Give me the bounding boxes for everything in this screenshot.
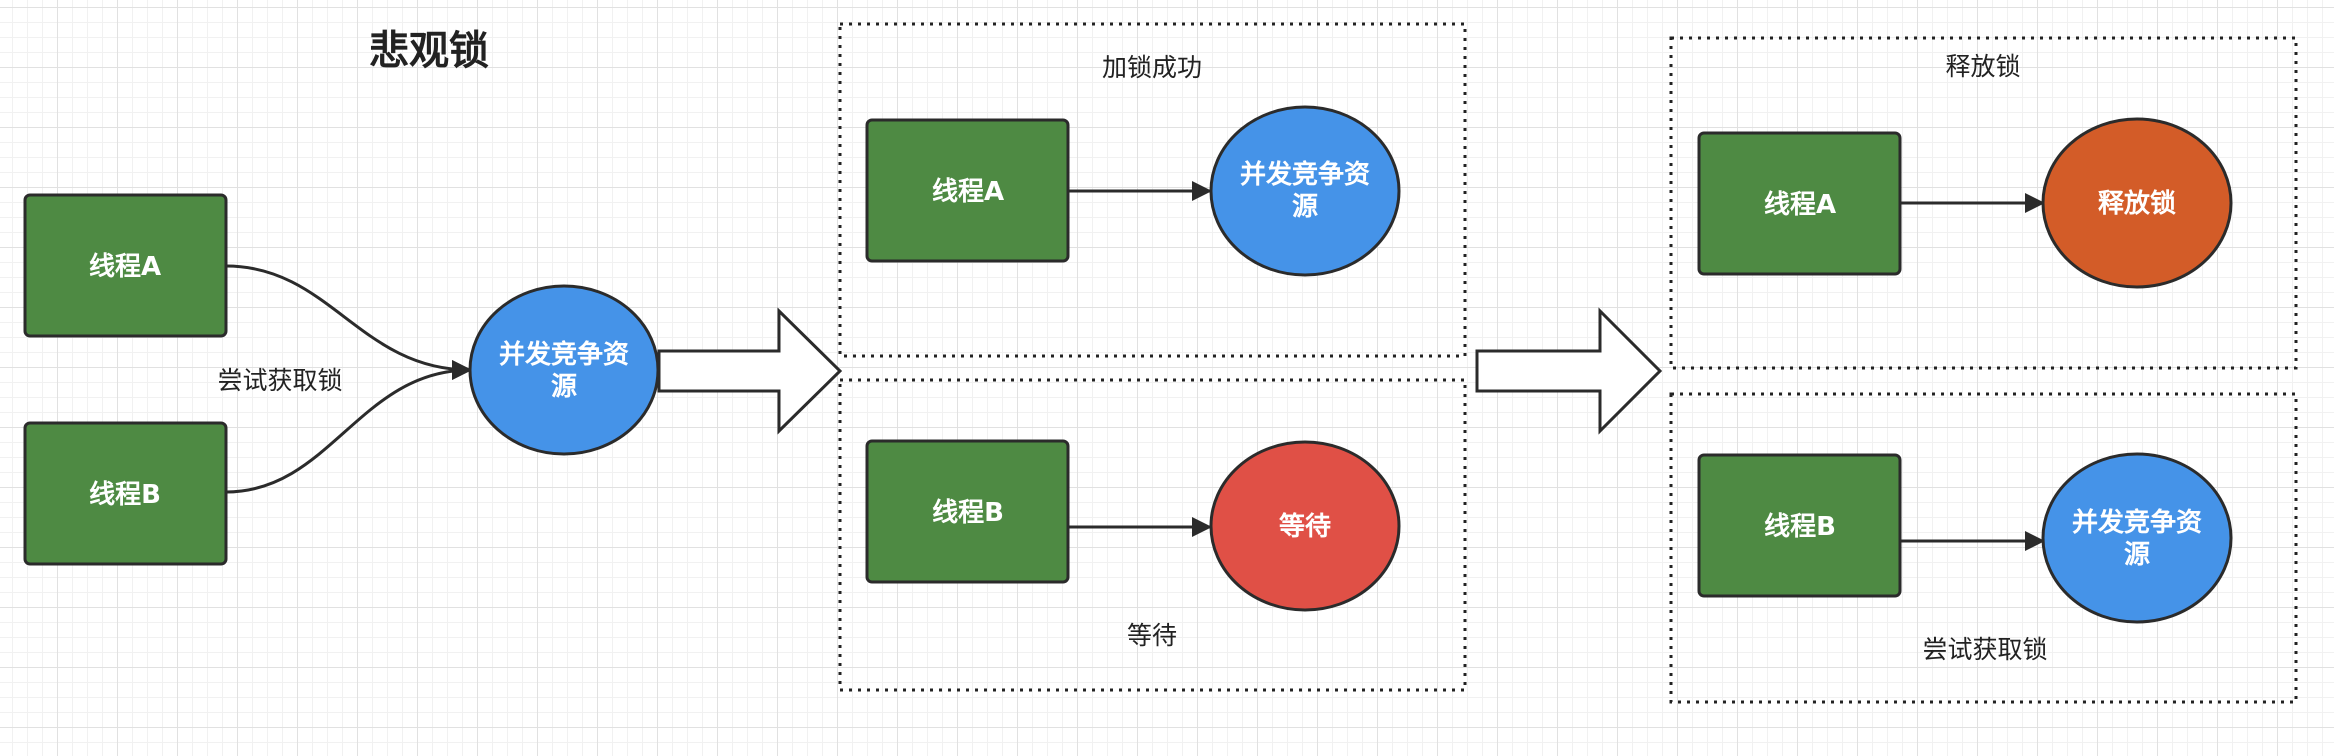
thread-b-label: 线程B	[1764, 512, 1836, 542]
wait-label: 等待	[1279, 511, 1331, 542]
resource-node	[468, 284, 660, 456]
resource-label-line-1: 并发竞争资	[2072, 507, 2202, 538]
group-lock-success: 加锁成功 线程A 并发竞争资 源	[838, 22, 1467, 358]
resource-label-line-1: 并发竞争资	[499, 339, 629, 370]
group-lock-success-title: 加锁成功	[1102, 53, 1202, 82]
transition-arrow-1	[657, 307, 843, 435]
pessimistic-lock-diagram: 悲观锁 线程A 线程B 尝试获取锁 并发竞争资 源 加锁成功 线程A 并发竞争资…	[23, 22, 2298, 704]
connector-thread-a-to-resource	[225, 264, 472, 380]
resource-node	[2041, 452, 2233, 624]
group-retry-acquire: 线程B 并发竞争资 源 尝试获取锁	[1669, 392, 2298, 704]
thread-a-label: 线程A	[932, 177, 1004, 207]
group-retry-caption: 尝试获取锁	[1922, 635, 2047, 664]
resource-label-line-1: 并发竞争资	[1240, 159, 1370, 190]
try-acquire-lock-label: 尝试获取锁	[217, 366, 342, 395]
thread-b-label: 线程B	[932, 498, 1004, 528]
resource-node	[1209, 105, 1401, 277]
group-wait-caption: 等待	[1127, 621, 1177, 650]
thread-b-label: 线程B	[89, 480, 161, 510]
group-wait: 线程B 等待 等待	[838, 378, 1467, 692]
diagram-canvas: 悲观锁 线程A 线程B 尝试获取锁 并发竞争资 源 加锁成功 线程A 并发竞争资…	[0, 0, 2334, 756]
resource-label-line-2: 源	[1292, 192, 1318, 222]
diagram-title: 悲观锁	[369, 28, 489, 74]
group-release-lock-title: 释放锁	[1945, 52, 2020, 81]
transition-arrow-2	[1475, 307, 1663, 435]
group-release-lock: 释放锁 线程A 释放锁	[1669, 36, 2298, 370]
thread-a-label: 线程A	[1764, 190, 1836, 220]
resource-label-line-2: 源	[551, 372, 577, 402]
thread-a-label: 线程A	[89, 252, 161, 282]
release-lock-label: 释放锁	[2098, 188, 2176, 219]
stage-1: 线程A 线程B 尝试获取锁 并发竞争资 源	[23, 193, 660, 566]
resource-label-line-2: 源	[2124, 540, 2150, 570]
